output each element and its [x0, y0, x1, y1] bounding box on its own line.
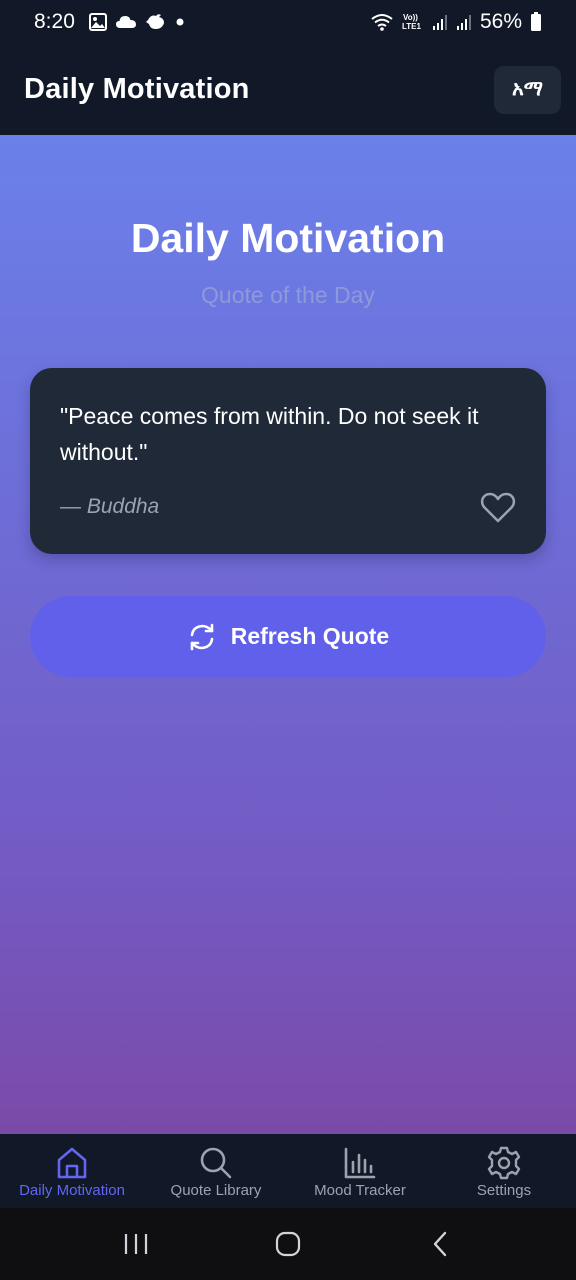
- battery-icon: [530, 12, 542, 32]
- recent-apps-button[interactable]: [106, 1224, 166, 1264]
- nav-label-settings: Settings: [476, 1182, 532, 1199]
- home-system-button[interactable]: [258, 1224, 318, 1264]
- favorite-button[interactable]: [478, 488, 518, 528]
- svg-text:Vo)): Vo)): [403, 13, 418, 22]
- refresh-quote-button[interactable]: Refresh Quote: [30, 596, 546, 677]
- quote-card: "Peace comes from within. Do not seek it…: [30, 368, 546, 554]
- volte-icon: Vo)) LTE1: [402, 12, 424, 32]
- search-icon: [200, 1147, 232, 1179]
- quote-author: — Buddha: [60, 495, 160, 518]
- language-toggle-button[interactable]: አማ: [494, 65, 561, 114]
- nav-item-settings[interactable]: Settings: [432, 1134, 576, 1208]
- refresh-icon: [190, 623, 214, 650]
- nav-label-quote-library: Quote Library: [170, 1182, 262, 1199]
- app-title: Daily Motivation: [24, 73, 250, 105]
- bird-icon: [145, 12, 167, 32]
- nav-label-daily-motivation: Daily Motivation: [19, 1182, 125, 1199]
- page-title: Daily Motivation: [130, 215, 446, 261]
- gallery-icon: [88, 13, 107, 31]
- main-content: Daily Motivation Quote of the Day "Peace…: [0, 135, 576, 1134]
- gear-icon: [487, 1146, 521, 1180]
- heart-outline-icon: [480, 492, 516, 523]
- nav-item-mood-tracker[interactable]: Mood Tracker: [288, 1134, 432, 1208]
- signal-icon-2: [456, 13, 472, 31]
- bottom-nav: Daily Motivation Quote Library Mood Trac…: [0, 1134, 576, 1208]
- quote-text: "Peace comes from within. Do not seek it…: [60, 403, 479, 465]
- back-chevron-icon: [433, 1231, 447, 1257]
- cloud-icon: [115, 14, 137, 30]
- nav-label-mood-tracker: Mood Tracker: [314, 1182, 406, 1199]
- status-right: Vo)) LTE1 56%: [370, 10, 542, 34]
- dot-icon: [175, 17, 185, 27]
- home-circle-icon: [275, 1231, 301, 1257]
- refresh-button-label: Refresh Quote: [230, 623, 390, 649]
- wifi-icon: [370, 13, 394, 31]
- app-header: Daily Motivation አማ: [0, 44, 576, 135]
- status-bar: 8:20 Vo)) LTE1 56%: [0, 0, 576, 44]
- back-button[interactable]: [410, 1224, 470, 1264]
- signal-icon: [432, 13, 448, 31]
- nav-item-daily-motivation[interactable]: Daily Motivation: [0, 1134, 144, 1208]
- system-nav-bar: [0, 1208, 576, 1280]
- status-time: 8:20: [34, 10, 75, 33]
- recent-apps-icon: [124, 1234, 148, 1254]
- home-icon: [57, 1147, 87, 1179]
- page-subtitle: Quote of the Day: [201, 282, 375, 308]
- battery-percent: 56%: [479, 10, 522, 33]
- nav-item-quote-library[interactable]: Quote Library: [144, 1134, 288, 1208]
- svg-text:LTE1: LTE1: [402, 22, 422, 31]
- status-left: 8:20: [34, 10, 185, 34]
- bar-chart-icon: [344, 1147, 376, 1179]
